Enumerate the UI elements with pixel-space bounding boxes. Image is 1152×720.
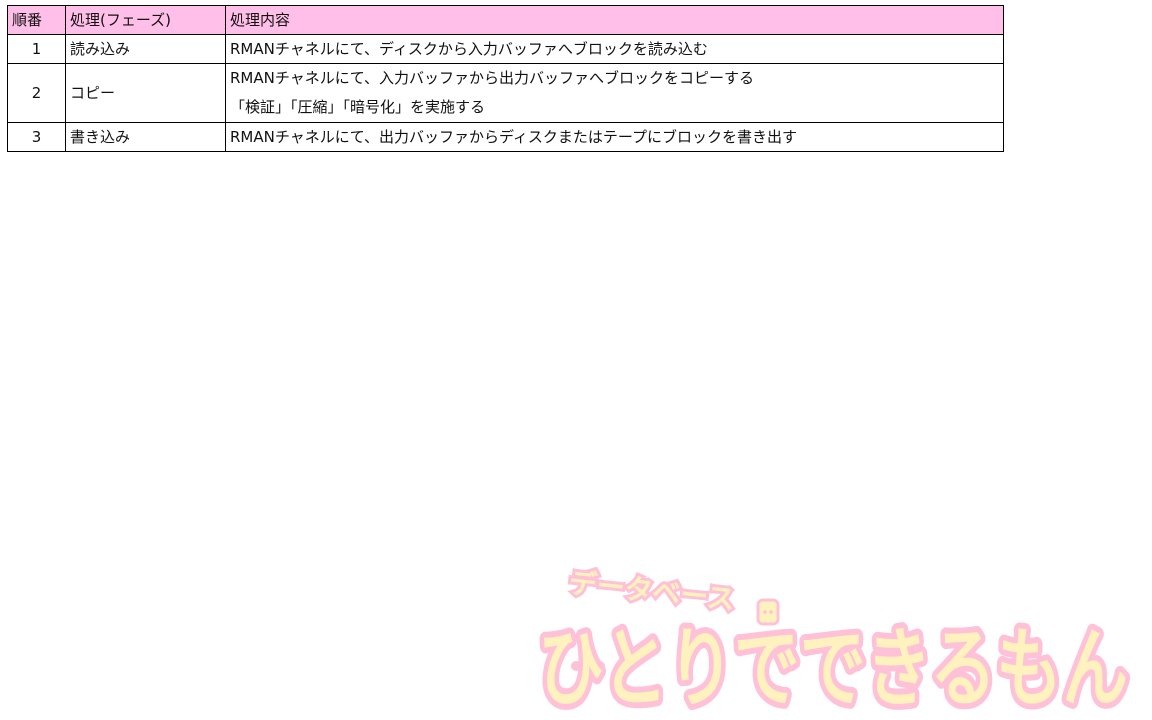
cell-content[interactable]: RMANチャネルにて、ディスクから入力バッファへブロックを読み込む <box>225 34 1004 64</box>
cell-content-line: 「検証」「圧縮」「暗号化」を実施する <box>230 98 486 116</box>
table-row: 3 書き込み RMANチャネルにて、出力バッファからディスクまたはテープにブロッ… <box>7 122 1004 152</box>
cell-phase[interactable]: コピー <box>65 63 226 123</box>
header-cell-phase[interactable]: 処理(フェーズ) <box>65 5 226 35</box>
table-row: 2 コピー RMANチャネルにて、入力バッファから出力バッファへブロックをコピー… <box>7 63 1004 123</box>
watermark-logo: データベース ひとりでできるもん <box>532 563 1134 716</box>
rman-process-table: 順番 処理(フェーズ) 処理内容 1 読み込み RMANチャネルにて、ディスクか… <box>7 5 1004 152</box>
cell-order[interactable]: 3 <box>7 122 66 152</box>
cell-order[interactable]: 1 <box>7 34 66 64</box>
header-cell-order[interactable]: 順番 <box>7 5 66 35</box>
watermark-main-text: ひとりでできるもん <box>538 621 1128 716</box>
spreadsheet-canvas: { "table": { "headers": ["順番", "処理(フェーズ)… <box>0 0 1152 720</box>
cell-phase[interactable]: 書き込み <box>65 122 226 152</box>
cell-content[interactable]: RMANチャネルにて、出力バッファからディスクまたはテープにブロックを書き出す <box>225 122 1004 152</box>
cell-order[interactable]: 2 <box>7 63 66 123</box>
header-cell-content[interactable]: 処理内容 <box>225 5 1004 35</box>
table-row: 1 読み込み RMANチャネルにて、ディスクから入力バッファへブロックを読み込む <box>7 34 1004 64</box>
cell-content-line: RMANチャネルにて、入力バッファから出力バッファへブロックをコピーする <box>230 69 754 87</box>
header-row: 順番 処理(フェーズ) 処理内容 <box>7 5 1004 35</box>
cell-phase[interactable]: 読み込み <box>65 34 226 64</box>
watermark-top-text: データベース <box>567 566 736 615</box>
cell-content[interactable]: RMANチャネルにて、入力バッファから出力バッファへブロックをコピーする 「検証… <box>225 63 1004 123</box>
